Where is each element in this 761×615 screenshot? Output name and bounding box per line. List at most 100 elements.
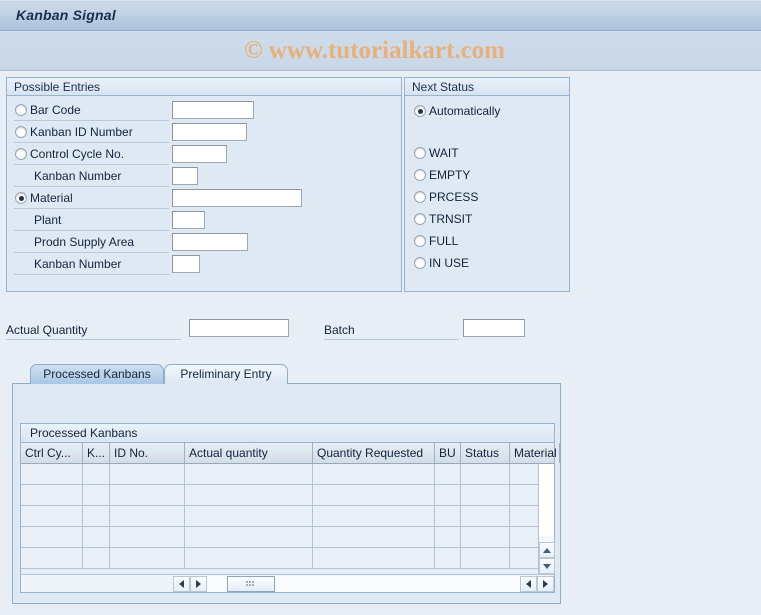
table-cell[interactable]: [510, 548, 538, 568]
tab-preliminary-entry[interactable]: Preliminary Entry: [164, 364, 288, 384]
horizontal-scrollbar[interactable]: [21, 574, 554, 592]
input-kanban-id-number[interactable]: [172, 123, 247, 141]
table-cell[interactable]: [461, 527, 510, 547]
table-cell[interactable]: [435, 548, 461, 568]
table-cell[interactable]: [435, 506, 461, 526]
table-cell[interactable]: [110, 548, 185, 568]
input-prodn-supply-area[interactable]: [172, 233, 248, 251]
radio-in-use[interactable]: [414, 257, 426, 269]
scroll-left-button[interactable]: [173, 575, 190, 592]
batch-input[interactable]: [463, 319, 525, 337]
table-row[interactable]: [21, 548, 538, 569]
radio-empty[interactable]: [414, 169, 426, 181]
radio-automatically[interactable]: [414, 105, 426, 117]
table-cell[interactable]: [185, 485, 313, 505]
table-cell[interactable]: [313, 464, 435, 484]
radio-material[interactable]: [15, 192, 27, 204]
possible-entry-row: Kanban Number: [7, 166, 401, 188]
table-cell[interactable]: [110, 506, 185, 526]
entry-label: Bar Code: [30, 103, 81, 117]
table-cell[interactable]: [21, 506, 83, 526]
grid-column-header[interactable]: Quantity Requested: [313, 443, 435, 463]
table-row[interactable]: [21, 506, 538, 527]
grip-icon: [246, 581, 256, 586]
table-cell[interactable]: [185, 506, 313, 526]
table-cell[interactable]: [83, 527, 110, 547]
table-row[interactable]: [21, 485, 538, 506]
possible-entry-row: Kanban ID Number: [7, 122, 401, 144]
table-cell[interactable]: [435, 527, 461, 547]
triangle-left-icon: [526, 579, 531, 588]
entry-label-group: Plant: [14, 210, 169, 231]
table-cell[interactable]: [313, 506, 435, 526]
input-kanban-number[interactable]: [172, 167, 198, 185]
table-row[interactable]: [21, 464, 538, 485]
input-kanban-number[interactable]: [172, 255, 200, 273]
radio-full[interactable]: [414, 235, 426, 247]
input-material[interactable]: [172, 189, 302, 207]
table-cell[interactable]: [110, 527, 185, 547]
tab-processed-kanbans[interactable]: Processed Kanbans: [30, 364, 164, 384]
table-cell[interactable]: [83, 464, 110, 484]
grid-column-header[interactable]: Status: [461, 443, 510, 463]
table-cell[interactable]: [510, 506, 538, 526]
grid-column-header[interactable]: BU: [435, 443, 461, 463]
scroll-right-button[interactable]: [190, 575, 207, 592]
next-status-label: PRCESS: [429, 190, 479, 204]
vertical-scrollbar[interactable]: [538, 464, 555, 574]
table-cell[interactable]: [185, 548, 313, 568]
triangle-right-icon: [543, 579, 548, 588]
radio-wait[interactable]: [414, 147, 426, 159]
grid-column-header[interactable]: Material: [510, 443, 560, 463]
table-cell[interactable]: [185, 527, 313, 547]
scroll-down-button[interactable]: [539, 558, 555, 574]
table-cell[interactable]: [83, 548, 110, 568]
input-bar-code[interactable]: [172, 101, 254, 119]
table-cell[interactable]: [83, 485, 110, 505]
table-cell[interactable]: [21, 485, 83, 505]
table-cell[interactable]: [185, 464, 313, 484]
table-cell[interactable]: [461, 506, 510, 526]
table-cell[interactable]: [461, 485, 510, 505]
possible-entry-row: Control Cycle No.: [7, 144, 401, 166]
scroll-right-button-end[interactable]: [537, 575, 554, 592]
table-cell[interactable]: [510, 527, 538, 547]
table-cell[interactable]: [510, 464, 538, 484]
grid-header-row: Ctrl Cy... K... ID No. Actual quantity Quant…: [21, 443, 560, 464]
table-cell[interactable]: [313, 485, 435, 505]
radio-control-cycle-no[interactable]: [15, 148, 27, 160]
radio-prcess[interactable]: [414, 191, 426, 203]
grid-column-header[interactable]: Ctrl Cy...: [21, 443, 83, 463]
table-cell[interactable]: [461, 548, 510, 568]
scroll-left-button-end[interactable]: [520, 575, 537, 592]
actual-quantity-input[interactable]: [189, 319, 289, 337]
watermark-text: © www.tutorialkart.com: [244, 37, 505, 64]
table-row[interactable]: [21, 527, 538, 548]
radio-bar-code[interactable]: [15, 104, 27, 116]
input-control-cycle-no[interactable]: [172, 145, 227, 163]
vertical-scrollbar-thumb[interactable]: [539, 464, 554, 536]
table-cell[interactable]: [83, 506, 110, 526]
table-cell[interactable]: [435, 485, 461, 505]
entry-label-group: Material: [14, 188, 169, 209]
scroll-up-button[interactable]: [539, 542, 555, 558]
table-cell[interactable]: [21, 548, 83, 568]
table-cell[interactable]: [110, 464, 185, 484]
horizontal-scrollbar-track[interactable]: [207, 575, 520, 592]
batch-label: Batch: [324, 320, 459, 340]
table-cell[interactable]: [21, 464, 83, 484]
table-cell[interactable]: [21, 527, 83, 547]
input-plant[interactable]: [172, 211, 205, 229]
table-cell[interactable]: [461, 464, 510, 484]
grid-column-header[interactable]: ID No.: [110, 443, 185, 463]
table-cell[interactable]: [435, 464, 461, 484]
table-cell[interactable]: [313, 527, 435, 547]
radio-trnsit[interactable]: [414, 213, 426, 225]
table-cell[interactable]: [313, 548, 435, 568]
table-cell[interactable]: [510, 485, 538, 505]
table-cell[interactable]: [110, 485, 185, 505]
grid-column-header[interactable]: K...: [83, 443, 110, 463]
grid-column-header[interactable]: Actual quantity: [185, 443, 313, 463]
radio-kanban-id-number[interactable]: [15, 126, 27, 138]
horizontal-scrollbar-thumb[interactable]: [227, 575, 275, 592]
